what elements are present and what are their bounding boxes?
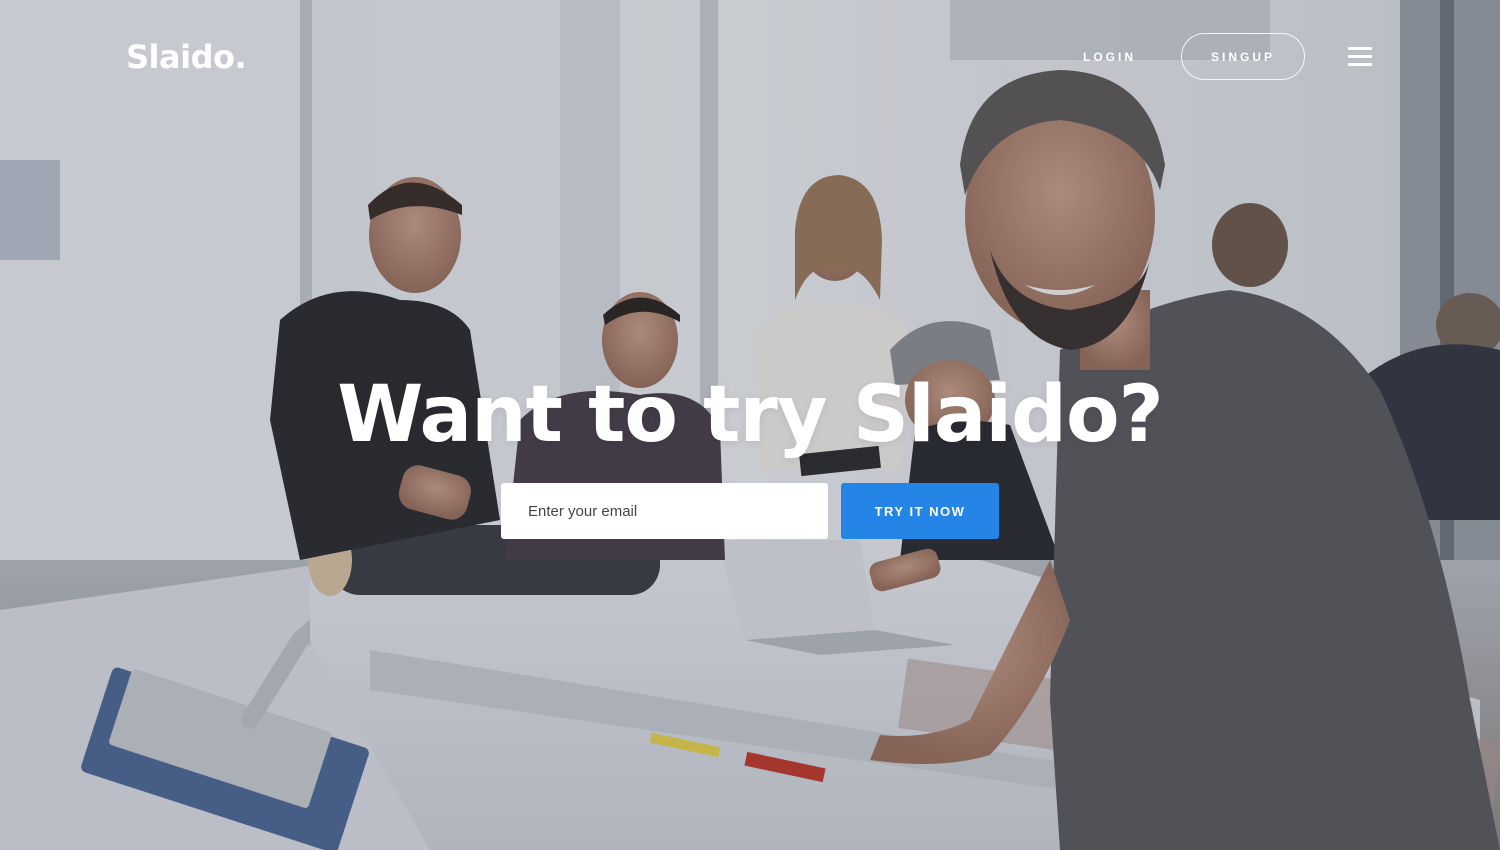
hero-headline: Want to try Slaido? bbox=[337, 370, 1164, 460]
email-input[interactable] bbox=[501, 483, 828, 539]
signup-button[interactable]: SINGUP bbox=[1181, 33, 1305, 80]
try-it-now-button[interactable]: TRY IT NOW bbox=[841, 483, 999, 539]
login-link[interactable]: LOGIN bbox=[1083, 50, 1136, 64]
hero-section: Slaido. LOGIN SINGUP Want to try Slaido?… bbox=[0, 0, 1500, 850]
hamburger-menu-icon[interactable] bbox=[1348, 47, 1372, 67]
logo[interactable]: Slaido. bbox=[126, 38, 247, 76]
top-navigation: Slaido. LOGIN SINGUP bbox=[0, 0, 1500, 115]
